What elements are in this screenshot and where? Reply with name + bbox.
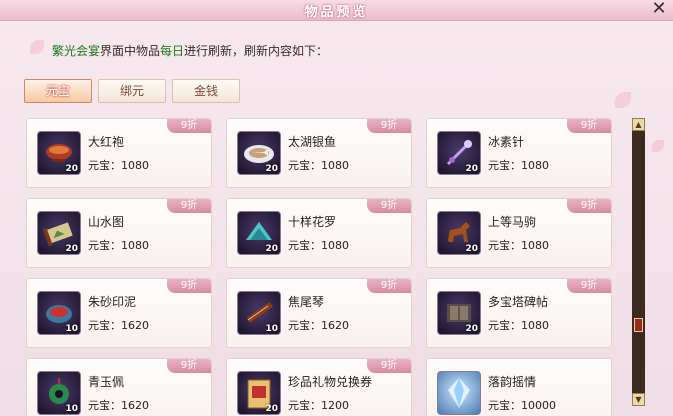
item-card[interactable]: 9折 20 大红袍 元宝：1080 <box>26 118 212 188</box>
book-icon: 20 <box>437 291 481 335</box>
discount-badge: 9折 <box>167 119 211 133</box>
item-card[interactable]: 9折 20 山水图 元宝：1080 <box>26 198 212 268</box>
item-card[interactable]: 落韵摇情 元宝：10000 <box>426 358 612 416</box>
item-price: 元宝：1620 <box>88 319 149 332</box>
item-name: 上等马驹 <box>488 215 537 229</box>
item-quantity: 10 <box>265 324 278 334</box>
close-icon[interactable]: ✕ <box>650 0 668 18</box>
item-quantity: 10 <box>65 404 78 414</box>
item-card[interactable]: 9折 20 十样花罗 元宝：1080 <box>226 198 412 268</box>
item-name: 大红袍 <box>88 135 125 149</box>
discount-badge: 9折 <box>567 119 611 133</box>
item-quantity: 20 <box>265 244 278 254</box>
item-card[interactable]: 9折 10 焦尾琴 元宝：1620 <box>226 278 412 348</box>
crystal-icon <box>437 371 481 415</box>
item-quantity: 20 <box>65 164 78 174</box>
scroll-icon: 20 <box>37 211 81 255</box>
zither-icon: 10 <box>237 291 281 335</box>
discount-badge: 9折 <box>167 199 211 213</box>
petal-decoration <box>652 140 664 152</box>
needle-icon: 20 <box>437 131 481 175</box>
item-name: 珍品礼物兑换券 <box>288 375 373 389</box>
item-quantity: 20 <box>65 244 78 254</box>
item-price: 元宝：1620 <box>88 399 149 412</box>
fish-dish-icon: 20 <box>237 131 281 175</box>
item-price: 元宝：1080 <box>488 159 549 172</box>
item-quantity: 20 <box>465 324 478 334</box>
discount-badge: 9折 <box>167 359 211 373</box>
discount-badge: 9折 <box>567 279 611 293</box>
jade-pendant-icon: 10 <box>37 371 81 415</box>
discount-badge: 9折 <box>167 279 211 293</box>
item-name: 十样花罗 <box>288 215 337 229</box>
discount-badge: 9折 <box>367 199 411 213</box>
tab-yuanbao[interactable]: 元宝 <box>24 79 92 103</box>
item-quantity: 20 <box>465 164 478 174</box>
item-card[interactable]: 9折 10 青玉佩 元宝：1620 <box>26 358 212 416</box>
item-card[interactable]: 9折 20 多宝塔碑帖 元宝：1080 <box>426 278 612 348</box>
item-card[interactable]: 9折 20 冰素针 元宝：1080 <box>426 118 612 188</box>
voucher-icon: 20 <box>237 371 281 415</box>
tab-gold[interactable]: 金钱 <box>172 79 240 103</box>
item-quantity: 20 <box>465 244 478 254</box>
item-card[interactable]: 9折 20 太湖银鱼 元宝：1080 <box>226 118 412 188</box>
item-quantity: 10 <box>65 324 78 334</box>
item-price: 元宝：1080 <box>288 159 349 172</box>
item-quantity: 20 <box>265 164 278 174</box>
item-name: 太湖银鱼 <box>288 135 337 149</box>
scroll-thumb[interactable] <box>634 318 643 332</box>
tab-bound-yuanbao[interactable]: 绑元 <box>98 79 166 103</box>
item-name: 冰素针 <box>488 135 525 149</box>
discount-badge: 9折 <box>367 279 411 293</box>
discount-badge: 9折 <box>367 119 411 133</box>
item-price: 元宝：1200 <box>288 399 349 412</box>
intro-middle: 界面中物品 <box>100 44 161 58</box>
item-price: 元宝：10000 <box>488 399 556 412</box>
item-price: 元宝：1080 <box>288 239 349 252</box>
item-name: 朱砂印泥 <box>88 295 137 309</box>
item-name: 山水图 <box>88 215 125 229</box>
item-price: 元宝：1620 <box>288 319 349 332</box>
item-preview-window: 物品预览 ✕ 繁光会宴界面中物品每日进行刷新，刷新内容如下： 元宝 绑元 金钱 … <box>0 0 673 416</box>
horse-icon: 20 <box>437 211 481 255</box>
petal-decoration <box>30 40 44 54</box>
item-grid: 9折 20 大红袍 元宝：1080 9折 20 太湖银鱼 元宝：1080 9折 … <box>20 108 626 416</box>
inkpad-icon: 10 <box>37 291 81 335</box>
item-quantity: 20 <box>265 404 278 414</box>
scroll-up-icon[interactable]: ▲ <box>632 118 645 131</box>
tea-bowl-icon: 20 <box>37 131 81 175</box>
item-price: 元宝：1080 <box>88 239 149 252</box>
intro-text: 繁光会宴界面中物品每日进行刷新，刷新内容如下： <box>52 42 328 59</box>
item-name: 落韵摇情 <box>488 375 537 389</box>
intro-suffix: 进行刷新，刷新内容如下： <box>184 44 329 58</box>
item-price: 元宝：1080 <box>88 159 149 172</box>
event-name: 繁光会宴 <box>52 44 101 58</box>
discount-badge: 9折 <box>367 359 411 373</box>
item-name: 多宝塔碑帖 <box>488 295 549 309</box>
discount-badge: 9折 <box>567 199 611 213</box>
item-price: 元宝：1080 <box>488 319 549 332</box>
item-card[interactable]: 9折 10 朱砂印泥 元宝：1620 <box>26 278 212 348</box>
window-title: 物品预览 <box>304 5 369 20</box>
item-name: 焦尾琴 <box>288 295 325 309</box>
item-name: 青玉佩 <box>88 375 125 389</box>
refresh-frequency: 每日 <box>160 44 185 58</box>
item-card[interactable]: 9折 20 珍品礼物兑换券 元宝：1200 <box>226 358 412 416</box>
item-card[interactable]: 9折 20 上等马驹 元宝：1080 <box>426 198 612 268</box>
silk-icon: 20 <box>237 211 281 255</box>
petal-decoration <box>615 92 631 108</box>
title-bar: 物品预览 ✕ <box>0 0 673 21</box>
item-price: 元宝：1080 <box>488 239 549 252</box>
scrollbar[interactable]: ▲ ▼ <box>632 118 645 406</box>
scroll-down-icon[interactable]: ▼ <box>632 393 645 406</box>
